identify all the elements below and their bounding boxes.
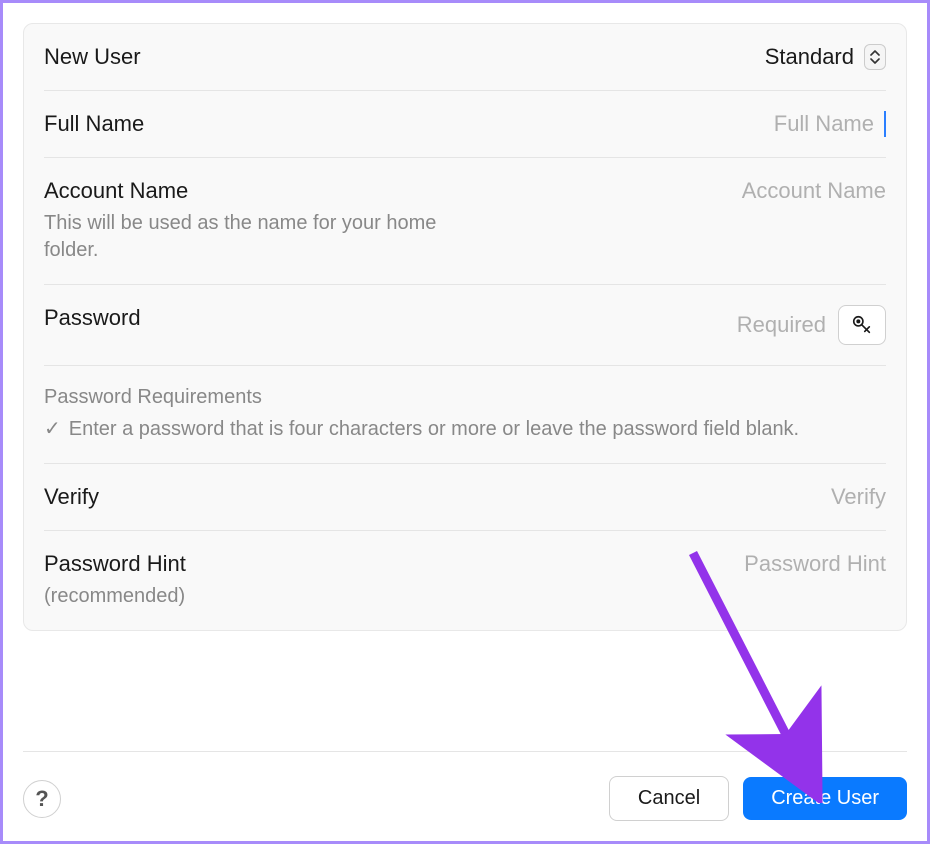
account-name-input[interactable]	[646, 178, 886, 204]
password-hint-input[interactable]	[646, 551, 886, 577]
row-password-requirements: Password Requirements ✓ Enter a password…	[44, 366, 886, 464]
account-name-label: Account Name	[44, 178, 444, 204]
key-icon	[851, 314, 873, 336]
row-account-name: Account Name This will be used as the na…	[44, 158, 886, 285]
row-full-name: Full Name	[44, 91, 886, 158]
help-icon: ?	[35, 786, 48, 812]
password-hint-sublabel: (recommended)	[44, 583, 186, 610]
verify-label: Verify	[44, 484, 99, 510]
full-name-label: Full Name	[44, 111, 144, 137]
account-name-sublabel: This will be used as the name for your h…	[44, 210, 444, 264]
new-user-label: New User	[44, 44, 141, 70]
row-password: Password	[44, 285, 886, 366]
password-label: Password	[44, 305, 141, 331]
chevron-up-down-icon	[864, 44, 886, 70]
row-new-user: New User Standard	[44, 24, 886, 91]
footer-bar: ? Cancel Create User	[23, 751, 907, 821]
user-type-dropdown[interactable]: Standard	[765, 44, 886, 70]
new-user-form-panel: New User Standard Full Name Account Name…	[23, 23, 907, 631]
create-user-button[interactable]: Create User	[743, 777, 907, 820]
full-name-input[interactable]	[634, 111, 874, 137]
checkmark-icon: ✓	[44, 415, 61, 443]
verify-input[interactable]	[646, 484, 886, 510]
password-requirements-title: Password Requirements	[44, 386, 262, 409]
cancel-button[interactable]: Cancel	[609, 776, 729, 821]
password-input[interactable]	[646, 312, 826, 338]
row-password-hint: Password Hint (recommended)	[44, 531, 886, 630]
password-hint-label: Password Hint	[44, 551, 186, 577]
help-button[interactable]: ?	[23, 780, 61, 818]
text-cursor	[884, 111, 886, 137]
row-verify: Verify	[44, 464, 886, 531]
user-type-value: Standard	[765, 44, 854, 70]
password-key-button[interactable]	[838, 305, 886, 345]
password-requirements-text: Enter a password that is four characters…	[69, 415, 799, 443]
